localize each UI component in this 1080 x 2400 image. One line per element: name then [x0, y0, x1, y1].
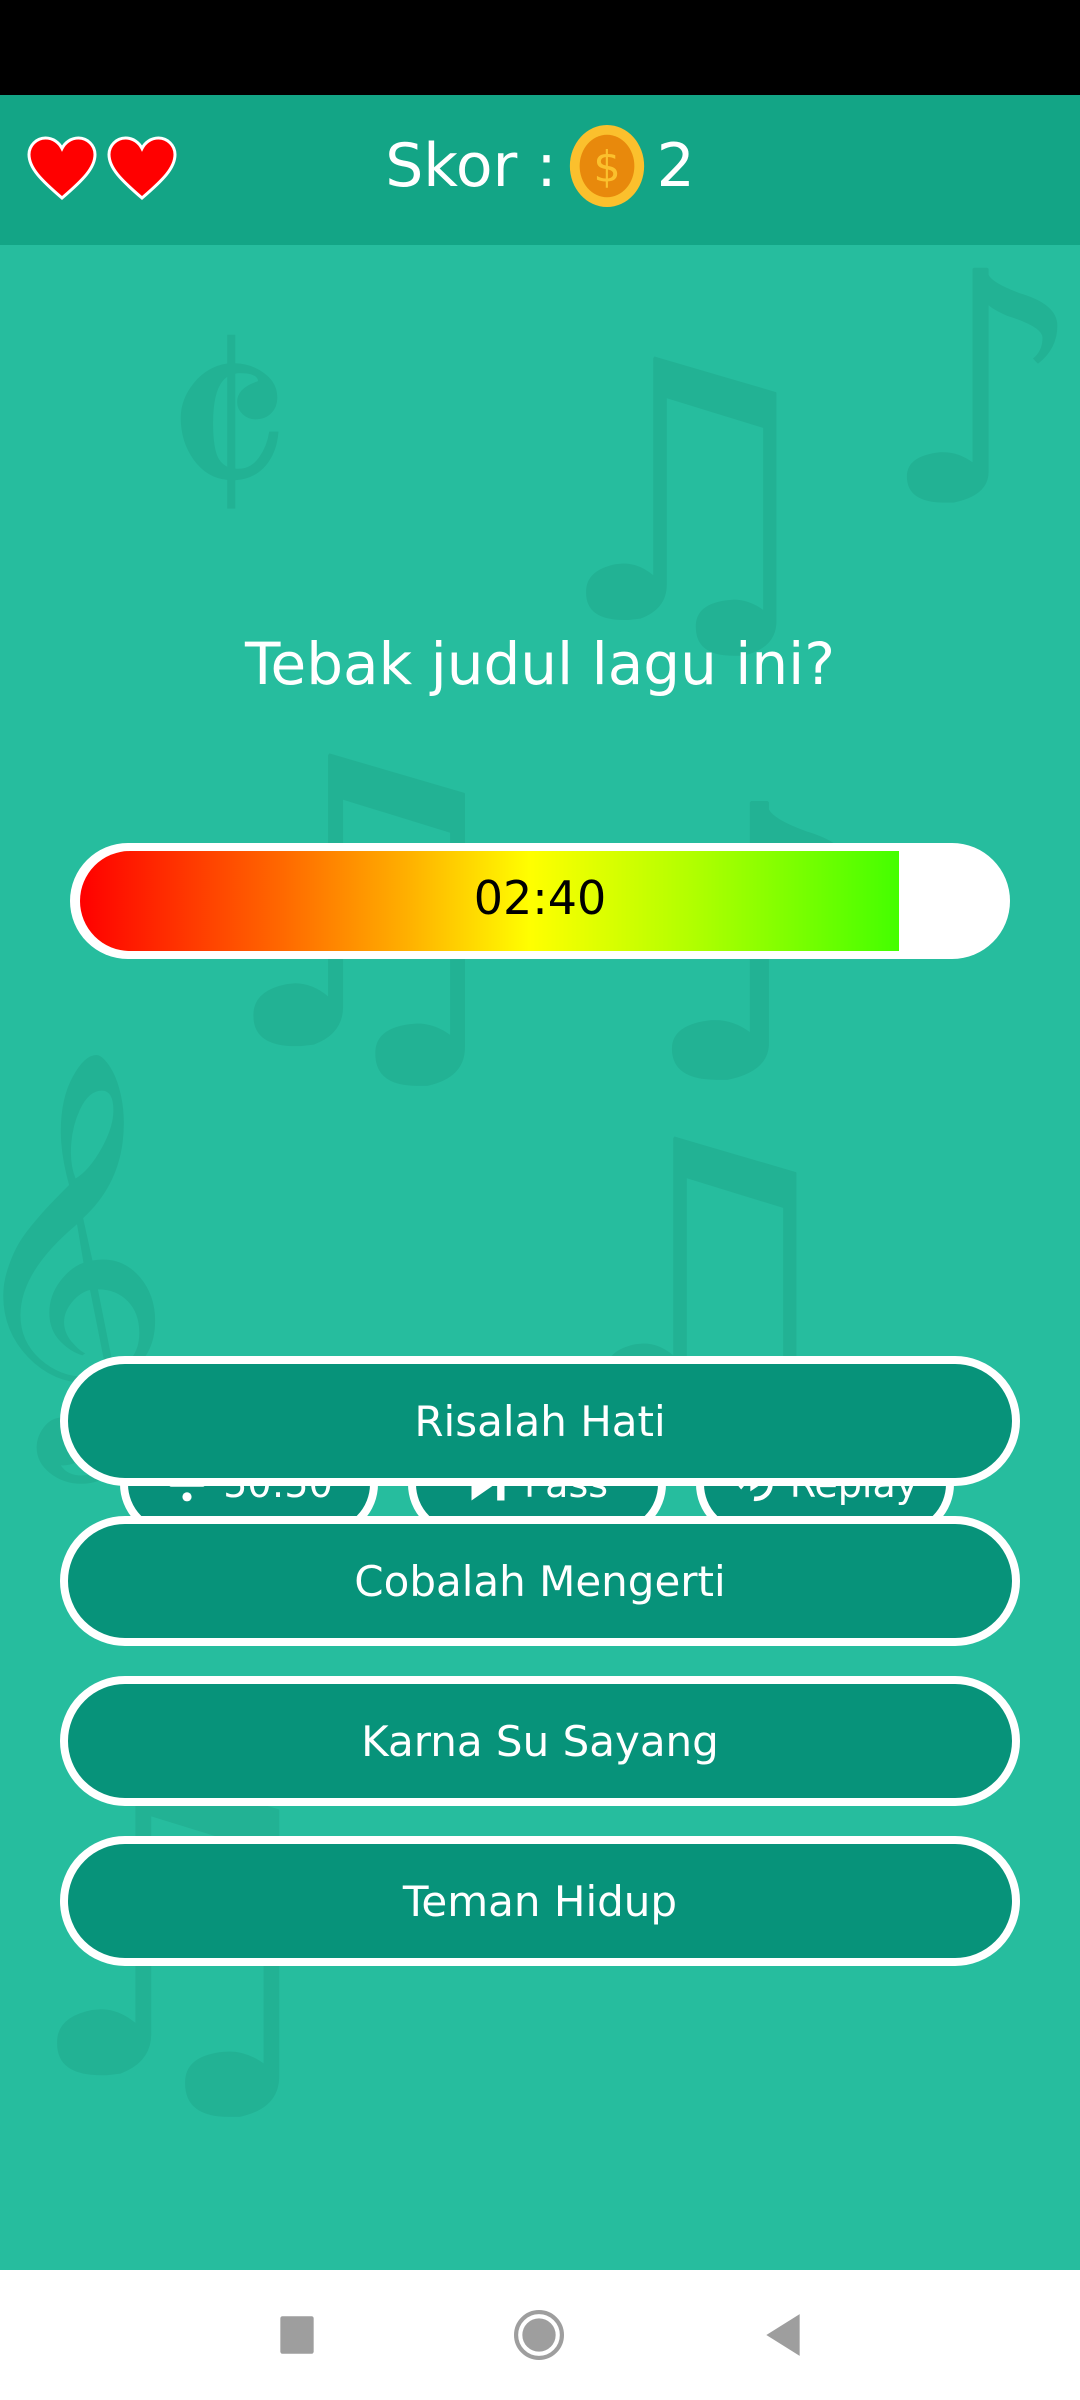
- answer-button[interactable]: Teman Hidup: [60, 1836, 1020, 1966]
- back-icon[interactable]: [758, 2310, 808, 2360]
- header: Skor : $ 2: [0, 95, 1080, 245]
- music-note-icon: 𝄵: [160, 255, 295, 604]
- navigation-bar: [0, 2270, 1080, 2400]
- coin-icon: $: [569, 124, 644, 208]
- status-bar: [0, 0, 1080, 95]
- timer-text: 02:40: [473, 871, 607, 925]
- answer-button[interactable]: Cobalah Mengerti: [60, 1516, 1020, 1646]
- score-label: Skor :: [385, 131, 557, 201]
- home-icon[interactable]: [514, 2310, 564, 2360]
- score: Skor : $ 2: [0, 123, 1080, 209]
- answer-button[interactable]: Karna Su Sayang: [60, 1676, 1020, 1806]
- music-note-icon: ♪: [880, 245, 1080, 577]
- svg-text:$: $: [593, 143, 620, 193]
- timer-bar: 02:40: [70, 843, 1010, 959]
- question-text: Tebak judul lagu ini?: [244, 630, 836, 698]
- score-value: 2: [656, 131, 695, 201]
- recents-icon[interactable]: [272, 2310, 322, 2360]
- answer-list: Risalah Hati Cobalah Mengerti Karna Su S…: [60, 1356, 1020, 1996]
- answer-button[interactable]: Risalah Hati: [60, 1356, 1020, 1486]
